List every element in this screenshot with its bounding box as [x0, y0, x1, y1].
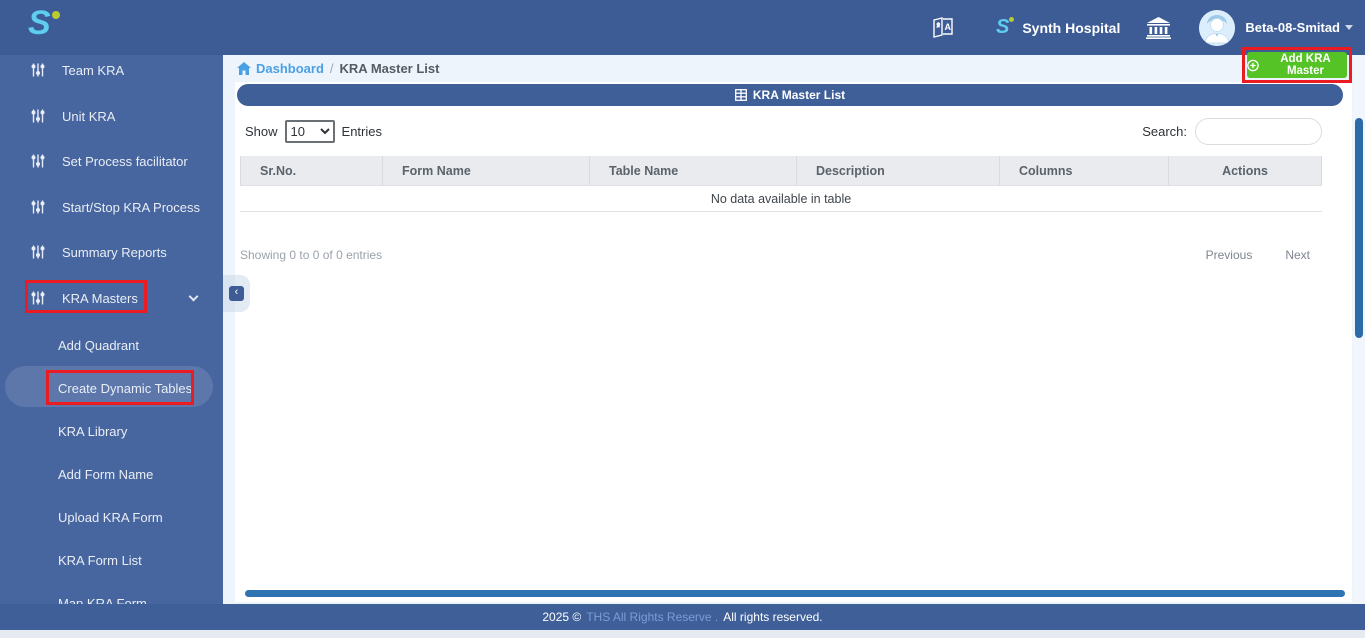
previous-page-button[interactable]: Previous	[1206, 248, 1253, 262]
sidebar-item-label: Set Process facilitator	[62, 154, 188, 169]
footer-link[interactable]: THS All Rights Reserve .	[586, 610, 718, 624]
user-name[interactable]: Beta-08-Smitad	[1245, 20, 1340, 35]
panel-title: KRA Master List	[753, 88, 845, 102]
sidebar-subitem-add-form-name[interactable]: Add Form Name	[0, 463, 223, 485]
sidebar-subitem-label: KRA Library	[58, 424, 127, 439]
sidebar-item-label: Team KRA	[62, 63, 124, 78]
user-avatar[interactable]	[1199, 10, 1235, 46]
search-label: Search:	[1142, 124, 1187, 139]
sidebar-subitem-label: Create Dynamic Tables	[58, 381, 192, 396]
app-logo[interactable]: S	[28, 4, 49, 43]
column-header-srno[interactable]: Sr.No.	[240, 156, 383, 185]
add-kra-master-label: Add KRA Master	[1264, 53, 1347, 77]
breadcrumb-dashboard-link[interactable]: Dashboard	[237, 61, 324, 76]
horizontal-scrollbar-thumb[interactable]	[245, 590, 1345, 597]
kra-master-table: Sr.No. Form Name Table Name Description …	[240, 156, 1322, 212]
vertical-scrollbar-thumb[interactable]	[1355, 118, 1363, 338]
sidebar-item-start-stop-kra-process[interactable]: Start/Stop KRA Process	[0, 196, 223, 218]
hospital-name: Synth Hospital	[1022, 20, 1120, 36]
institution-icon[interactable]	[1146, 17, 1171, 39]
sliders-icon	[30, 153, 46, 169]
sidebar-item-label: KRA Masters	[62, 291, 138, 306]
sidebar-subitem-label: Upload KRA Form	[58, 510, 163, 525]
pager: Previous Next	[1206, 248, 1310, 262]
pagination-row: Showing 0 to 0 of 0 entries Previous Nex…	[240, 248, 1322, 262]
kra-master-list-card: KRA Master List Show 10 Entries Search: …	[235, 82, 1352, 602]
sliders-icon	[30, 199, 46, 215]
table-controls-row: Show 10 Entries Search:	[235, 116, 1352, 146]
table-header-row: Sr.No. Form Name Table Name Description …	[240, 156, 1322, 186]
table-empty-message: No data available in table	[240, 186, 1322, 212]
entries-label: Entries	[342, 124, 382, 139]
show-label: Show	[245, 124, 278, 139]
sidebar-subitem-kra-form-list[interactable]: KRA Form List	[0, 549, 223, 571]
page-size-control: Show 10 Entries	[245, 120, 382, 143]
sliders-icon	[30, 62, 46, 78]
home-icon	[237, 62, 251, 75]
breadcrumb-separator: /	[330, 61, 334, 76]
footer-year: 2025 ©	[542, 610, 581, 624]
top-navbar: S A S Synth Hospital	[0, 0, 1365, 55]
sidebar-subitem-upload-kra-form[interactable]: Upload KRA Form	[0, 506, 223, 528]
sidebar-item-label: Start/Stop KRA Process	[62, 200, 200, 215]
breadcrumb-current: KRA Master List	[340, 61, 440, 76]
navbar-right-cluster: A S Synth Hospital	[929, 0, 1353, 55]
bottom-scrollbar-strip	[0, 630, 1365, 638]
sidebar-item-label: Summary Reports	[62, 245, 167, 260]
table-icon	[735, 89, 747, 101]
column-header-actions[interactable]: Actions	[1169, 156, 1322, 185]
search-control: Search:	[1142, 118, 1322, 145]
column-header-description[interactable]: Description	[797, 156, 1000, 185]
sidebar-subitem-label: Add Form Name	[58, 467, 153, 482]
column-header-table-name[interactable]: Table Name	[590, 156, 797, 185]
hospital-logo-icon: S	[996, 16, 1009, 39]
sidebar-item-label: Unit KRA	[62, 109, 115, 124]
sidebar-subitem-kra-library[interactable]: KRA Library	[0, 420, 223, 442]
sidebar-subitem-create-dynamic-tables[interactable]: Create Dynamic Tables	[0, 377, 223, 399]
page-footer: 2025 © THS All Rights Reserve . All righ…	[0, 604, 1365, 630]
svg-text:A: A	[945, 22, 952, 32]
sliders-icon	[30, 108, 46, 124]
sidebar-item-summary-reports[interactable]: Summary Reports	[0, 241, 223, 263]
sidebar-subitem-add-quadrant[interactable]: Add Quadrant	[0, 334, 223, 356]
sidebar-subitem-label: Add Quadrant	[58, 338, 139, 353]
sidebar-collapse-toggle[interactable]: ‹	[223, 275, 250, 312]
sidebar-item-kra-masters[interactable]: KRA Masters	[0, 287, 223, 309]
vertical-scrollbar-track[interactable]	[1353, 55, 1365, 604]
next-page-button[interactable]: Next	[1285, 248, 1310, 262]
app-logo-dot	[52, 11, 60, 19]
translate-icon[interactable]: A	[929, 14, 956, 41]
chevron-down-icon	[189, 292, 199, 302]
add-kra-master-button[interactable]: Add KRA Master	[1247, 52, 1347, 78]
breadcrumb: Dashboard / KRA Master List	[237, 61, 439, 76]
sliders-icon	[30, 290, 46, 306]
column-header-form-name[interactable]: Form Name	[383, 156, 590, 185]
sidebar-subitem-label: KRA Form List	[58, 553, 142, 568]
sidebar-item-set-process-facilitator[interactable]: Set Process facilitator	[0, 150, 223, 172]
main-content: Dashboard / KRA Master List KRA Master L…	[223, 55, 1353, 604]
column-header-columns[interactable]: Columns	[1000, 156, 1169, 185]
annotation-box-add-kra-master: Add KRA Master	[1242, 47, 1352, 83]
sidebar-item-unit-kra[interactable]: Unit KRA	[0, 105, 223, 127]
user-menu-caret-icon[interactable]	[1345, 25, 1353, 30]
panel-header: KRA Master List	[237, 84, 1343, 106]
sliders-icon	[30, 244, 46, 260]
sidebar-nav: Team KRA Unit KRA Set Process facilitato…	[0, 55, 223, 638]
page-size-select[interactable]: 10	[285, 120, 335, 143]
collapse-chevron-icon: ‹	[229, 286, 244, 301]
showing-entries-info: Showing 0 to 0 of 0 entries	[240, 248, 382, 262]
footer-rights: All rights reserved.	[723, 610, 822, 624]
search-input[interactable]	[1195, 118, 1322, 145]
plus-circle-icon	[1247, 59, 1259, 72]
sidebar-item-team-kra[interactable]: Team KRA	[0, 59, 223, 81]
